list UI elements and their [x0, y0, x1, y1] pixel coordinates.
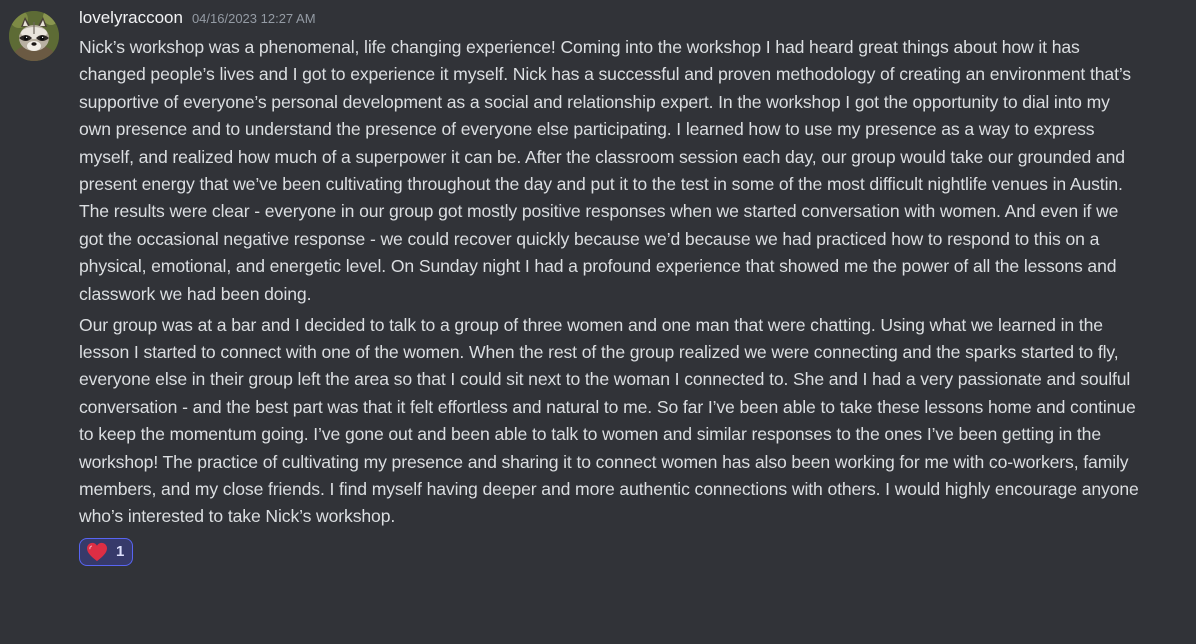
message-paragraph: Nick’s workshop was a phenomenal, life c…: [79, 37, 1131, 304]
message-header: lovelyraccoon 04/16/2023 12:27 AM: [79, 8, 1139, 34]
reaction-count: 1: [116, 543, 125, 561]
timestamp[interactable]: 04/16/2023 12:27 AM: [192, 11, 316, 26]
reaction-heart-button[interactable]: 1: [79, 537, 134, 566]
red-heart-icon: [87, 542, 107, 561]
reactions-bar: 1: [79, 537, 1139, 566]
message-content: lovelyraccoon 04/16/2023 12:27 AM Nick’s…: [79, 8, 1139, 566]
chat-message: lovelyraccoon 04/16/2023 12:27 AM Nick’s…: [0, 0, 1196, 644]
raccoon-avatar-icon[interactable]: [9, 11, 59, 61]
message-paragraph: Our group was at a bar and I decided to …: [79, 314, 1139, 527]
username[interactable]: lovelyraccoon: [79, 8, 183, 28]
